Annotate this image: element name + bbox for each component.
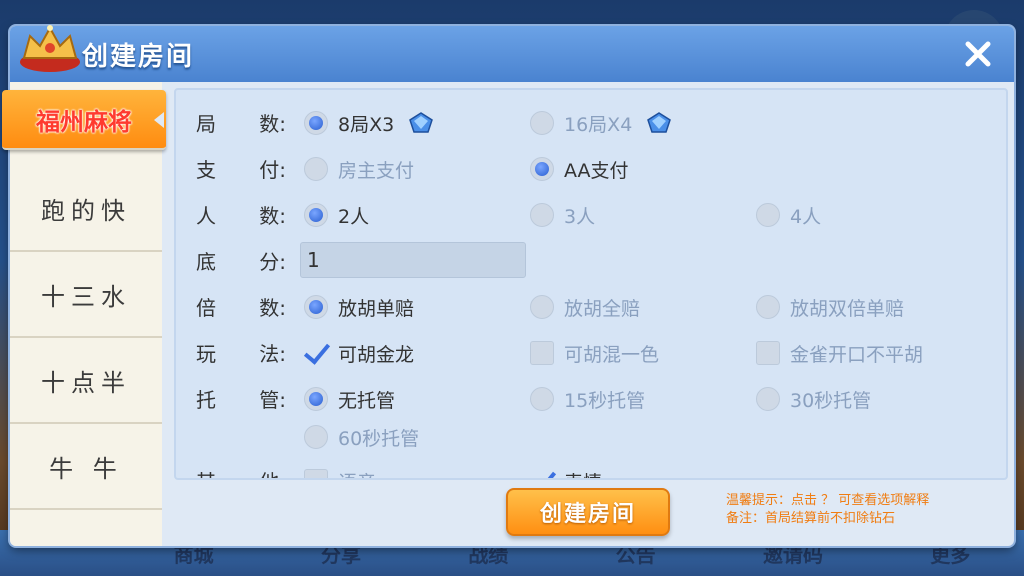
radio-unselected: [530, 203, 554, 227]
base-score-input[interactable]: [300, 242, 526, 278]
row-label-multiplier: 倍数:: [196, 296, 286, 320]
radio-selected: [530, 157, 554, 181]
option-auto-30s[interactable]: 30秒托管: [756, 385, 871, 413]
option-aa-pay[interactable]: AA支付: [530, 155, 629, 183]
radio-selected: [304, 203, 328, 227]
option-auto-60s[interactable]: 60秒托管: [304, 423, 419, 451]
radio-unselected: [756, 203, 780, 227]
option-3-players[interactable]: 3人: [530, 201, 595, 229]
option-single-pay[interactable]: 放胡单赔: [304, 293, 414, 321]
row-label-play-style: 玩法:: [196, 342, 286, 366]
hint-line-2: 备注：首局结算前不扣除钻石: [726, 511, 896, 526]
option-golden-sparrow[interactable]: 金雀开口不平胡: [756, 339, 923, 367]
radio-unselected: [304, 157, 328, 181]
row-auto-play-2: 60秒托管: [176, 416, 1006, 456]
option-emoji[interactable]: 表情: [530, 467, 602, 479]
option-golden-dragon[interactable]: 可胡金龙: [304, 339, 414, 367]
option-voice[interactable]: 语音: [304, 467, 376, 478]
checkbox-unchecked: [530, 341, 554, 365]
option-4-players[interactable]: 4人: [756, 201, 821, 229]
tab-shidianban[interactable]: 十点半: [10, 338, 162, 424]
crown-cushion-icon: [20, 25, 80, 72]
option-mixed-suit[interactable]: 可胡混一色: [530, 339, 659, 367]
radio-selected: [304, 387, 328, 411]
checkmark-icon: [304, 341, 328, 365]
checkmark-icon: [530, 469, 554, 478]
game-type-tabs: 福州麻将 跑的快 十三水 十点半 牛 牛: [2, 82, 166, 546]
dialog-titlebar: 创建房间: [10, 25, 1014, 82]
option-double-single-pay[interactable]: 放胡双倍单赔: [756, 293, 904, 321]
option-2-players[interactable]: 2人: [304, 201, 369, 229]
tab-paodekuai[interactable]: 跑的快: [10, 166, 162, 252]
option-no-auto[interactable]: 无托管: [304, 385, 395, 413]
dialog-title: 创建房间: [82, 42, 195, 72]
radio-unselected: [530, 387, 554, 411]
row-label-rounds: 局数:: [196, 112, 286, 136]
row-label-players: 人数:: [196, 204, 286, 228]
row-label-auto-play: 托管:: [196, 388, 286, 412]
radio-selected: [304, 111, 328, 135]
row-base-score: 底分:: [176, 240, 1006, 280]
option-auto-15s[interactable]: 15秒托管: [530, 385, 645, 413]
radio-unselected: [530, 111, 554, 135]
row-label-base-score: 底分:: [196, 250, 286, 274]
row-label-other: 其他:: [196, 466, 286, 478]
row-players: 人数: 2人 3人 4人: [176, 194, 1006, 234]
checkbox-unchecked: [304, 469, 328, 478]
option-full-pay[interactable]: 放胡全赔: [530, 293, 640, 321]
diamond-icon: [647, 112, 672, 133]
option-host-pay[interactable]: 房主支付: [304, 155, 414, 183]
tab-fuzhou-mahjong[interactable]: 福州麻将: [2, 90, 166, 150]
row-label-payment: 支付:: [196, 158, 286, 182]
checkbox-unchecked: [756, 341, 780, 365]
row-other: 其他: 语音 表情: [176, 460, 1006, 479]
create-room-button[interactable]: 创建房间: [506, 488, 670, 536]
options-panel: 局数: 8局X3 16局X4 支付: 房主支付 AA支付 人 数: 2人 3人 …: [174, 88, 1008, 480]
radio-selected: [304, 295, 328, 319]
radio-unselected: [756, 387, 780, 411]
row-multiplier: 倍数: 放胡单赔 放胡全赔 放胡双倍单赔: [176, 286, 1006, 326]
create-room-dialog: 创建房间 福州麻将 跑的快 十三水 十点半 牛 牛 局数: 8局X3 16局X4…: [2, 25, 1014, 546]
row-rounds: 局数: 8局X3 16局X4: [176, 102, 1006, 142]
row-payment: 支付: 房主支付 AA支付: [176, 148, 1006, 188]
close-icon[interactable]: [962, 38, 994, 70]
hint-line-1: 温馨提示：点击 ？ 可查看选项解释: [726, 493, 930, 508]
row-play-style: 玩法: 可胡金龙 可胡混一色 金雀开口不平胡: [176, 332, 1006, 372]
tab-niuniu[interactable]: 牛 牛: [10, 424, 162, 510]
radio-unselected: [304, 425, 328, 449]
diamond-icon: [409, 112, 434, 133]
radio-unselected: [530, 295, 554, 319]
option-16-rounds[interactable]: 16局X4: [530, 109, 672, 137]
tab-shisanshui[interactable]: 十三水: [10, 252, 162, 338]
row-auto-play: 托管: 无托管 15秒托管 30秒托管: [176, 378, 1006, 418]
radio-unselected: [756, 295, 780, 319]
hint-text: 温馨提示：点击 ？ 可查看选项解释 备注：首局结算前不扣除钻石: [726, 492, 1006, 528]
option-8-rounds[interactable]: 8局X3: [304, 109, 434, 137]
